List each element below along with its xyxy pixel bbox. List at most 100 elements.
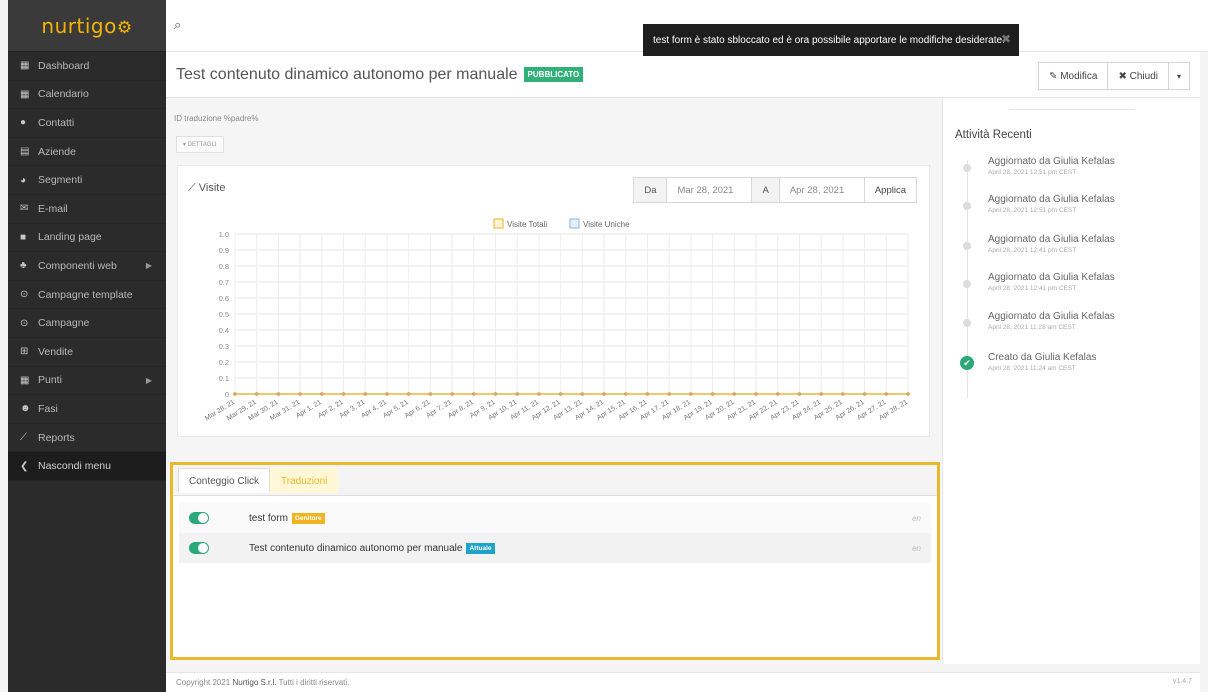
data-point <box>710 392 715 396</box>
timeline-dot-icon <box>963 280 971 288</box>
y-tick-label: 0.5 <box>219 310 229 319</box>
company-link[interactable]: Nurtigo S.r.l. <box>232 678 276 687</box>
y-tick-label: 0.4 <box>219 326 229 335</box>
language-code: en <box>912 513 921 523</box>
activity-time: April 28, 2021 12:41 pm CEST <box>988 285 1077 292</box>
visits-title: ⟋ Visite <box>188 182 226 194</box>
y-tick-label: 0.1 <box>219 374 229 383</box>
data-point <box>298 392 302 396</box>
data-point <box>428 392 433 396</box>
sidebar-item-vendite[interactable]: ⊞ Vendite <box>8 338 166 367</box>
data-point <box>623 392 628 396</box>
data-point <box>341 392 346 396</box>
chevron-left-icon: ❮ <box>20 460 29 472</box>
activity-text: Aggiornato da Giulia Kefalas <box>988 156 1115 167</box>
current-badge: Attuale <box>466 542 495 554</box>
data-point <box>689 392 693 396</box>
sidebar-item-label: Nascondi menu <box>38 460 111 473</box>
data-point <box>363 392 368 396</box>
main-content: ID traduzione %padre% ▾ DETTAGLI ⟋ Visit… <box>166 98 942 664</box>
page-header: Test contenuto dinamico autonomo per man… <box>166 52 1200 98</box>
from-label: Da <box>633 177 668 203</box>
data-point <box>385 392 389 396</box>
sidebar-item-componenti-web[interactable]: ♣ Componenti web ▶ <box>8 252 166 281</box>
apply-button[interactable]: Applica <box>863 177 917 203</box>
sidebar-item-label: Vendite <box>38 345 74 358</box>
y-tick-label: 0.6 <box>219 294 229 303</box>
data-point <box>775 392 780 396</box>
translations-list: test form Genitore en Test contenuto dina… <box>173 495 937 657</box>
to-date-input[interactable]: Apr 28, 2021 <box>778 177 865 203</box>
tab-click-count[interactable]: Conteggio Click <box>178 468 271 493</box>
legend-swatch <box>569 218 580 229</box>
clock-icon: ⊙ <box>20 317 29 329</box>
toggle-switch[interactable] <box>189 542 209 554</box>
activity-text: Aggiornato da Giulia Kefalas <box>988 311 1115 322</box>
translation-id-label: ID traduzione %padre% <box>174 114 259 123</box>
sidebar-item-segmenti[interactable]: ◕ Segmenti <box>8 166 166 195</box>
data-point <box>819 392 823 396</box>
version-label: v1.4.7 <box>1172 678 1192 685</box>
sidebar-item-landing-page[interactable]: ■ Landing page <box>8 224 166 253</box>
data-point <box>493 392 498 396</box>
toast-message: test form è stato sbloccato ed è ora pos… <box>653 34 1005 46</box>
sidebar-item-campagne-template[interactable]: ⊙ Campagne template <box>8 281 166 310</box>
close-button[interactable]: ✖ Chiudi <box>1107 62 1169 90</box>
sidebar-item-punti[interactable]: ▦ Punti ▶ <box>8 367 166 396</box>
puzzle-icon: ♣ <box>20 260 27 272</box>
sidebar-item-fasi[interactable]: ☻ Fasi <box>8 395 166 424</box>
status-badge: PUBBLICATO <box>523 67 584 82</box>
edit-button[interactable]: ✎ Modifica <box>1038 62 1109 90</box>
sidebar-item-label: Aziende <box>38 145 76 158</box>
clock-icon: ⊙ <box>20 289 29 301</box>
data-point <box>906 392 910 396</box>
toggle-switch[interactable] <box>189 512 209 524</box>
tab-translations[interactable]: Traduzioni <box>270 468 339 493</box>
sidebar-item-calendario[interactable]: ▦ Calendario <box>8 81 166 110</box>
rights-text: Tutti i diritti riservati. <box>276 678 350 687</box>
close-icon[interactable]: ✖ <box>1001 32 1011 46</box>
sidebar-menu: ▦ Dashboard ▦ Calendario ● Contatti ▤ Aziende ◕ S… <box>8 52 166 481</box>
sidebar-item-campagne[interactable]: ⊙ Campagne <box>8 309 166 338</box>
activity-time: April 28, 2021 12:41 pm CEST <box>988 247 1077 254</box>
line-chart-icon: ⟋ <box>20 432 27 444</box>
translation-row[interactable]: Test contenuto dinamico autonomo per man… <box>179 533 931 563</box>
logo[interactable]: nurtigo⚙ <box>41 14 132 38</box>
divider <box>1009 109 1135 110</box>
sidebar-item-label: Dashboard <box>38 59 90 72</box>
legend-label: Visite Totali <box>507 220 547 229</box>
translation-row[interactable]: test form Genitore en <box>179 503 931 533</box>
sidebar-item-dashboard[interactable]: ▦ Dashboard <box>8 52 166 81</box>
sidebar-item-label: Punti <box>38 374 62 387</box>
brand[interactable]: nurtigo⚙ <box>8 0 166 52</box>
data-point <box>472 392 476 396</box>
tabs-panel: Conteggio Click Traduzioni test form Geni… <box>170 462 940 660</box>
chevron-down-icon[interactable]: ▾ <box>1167 62 1190 90</box>
data-point <box>276 392 281 396</box>
legend-label: Visite Uniche <box>583 220 630 229</box>
sidebar-item-contatti[interactable]: ● Contatti <box>8 109 166 138</box>
y-tick-label: 0.7 <box>219 278 229 287</box>
data-point <box>254 392 259 396</box>
sidebar-item-aziende[interactable]: ▤ Aziende <box>8 138 166 167</box>
sidebar-item-e-mail[interactable]: ✉ E-mail <box>8 195 166 224</box>
data-point <box>645 392 650 396</box>
data-point <box>797 392 802 396</box>
date-filter: Da Mar 28, 2021 A Apr 28, 2021 Applica <box>633 177 917 203</box>
y-tick-label: 0.2 <box>219 358 229 367</box>
sidebar-item-label: Contatti <box>38 116 75 129</box>
line-chart-icon: ⟋ <box>188 182 199 194</box>
building-icon: ▤ <box>20 146 30 158</box>
search-icon[interactable]: ⌕ <box>174 17 181 33</box>
tab-bar: Conteggio Click Traduzioni <box>173 465 937 493</box>
timeline-dot-icon <box>963 242 971 250</box>
chevron-right-icon: ▶ <box>145 375 152 385</box>
translation-name: test form Genitore <box>249 512 325 524</box>
from-date-input[interactable]: Mar 28, 2021 <box>666 177 753 203</box>
sidebar-item-reports[interactable]: ⟋ Reports <box>8 424 166 453</box>
details-toggle[interactable]: ▾ DETTAGLI <box>176 136 224 153</box>
activity-text: Aggiornato da Giulia Kefalas <box>988 194 1115 205</box>
cart-icon: ⊞ <box>20 346 29 358</box>
user-icon: ● <box>20 117 27 129</box>
sidebar-item-nascondi-menu[interactable]: ❮ Nascondi menu <box>8 452 166 481</box>
